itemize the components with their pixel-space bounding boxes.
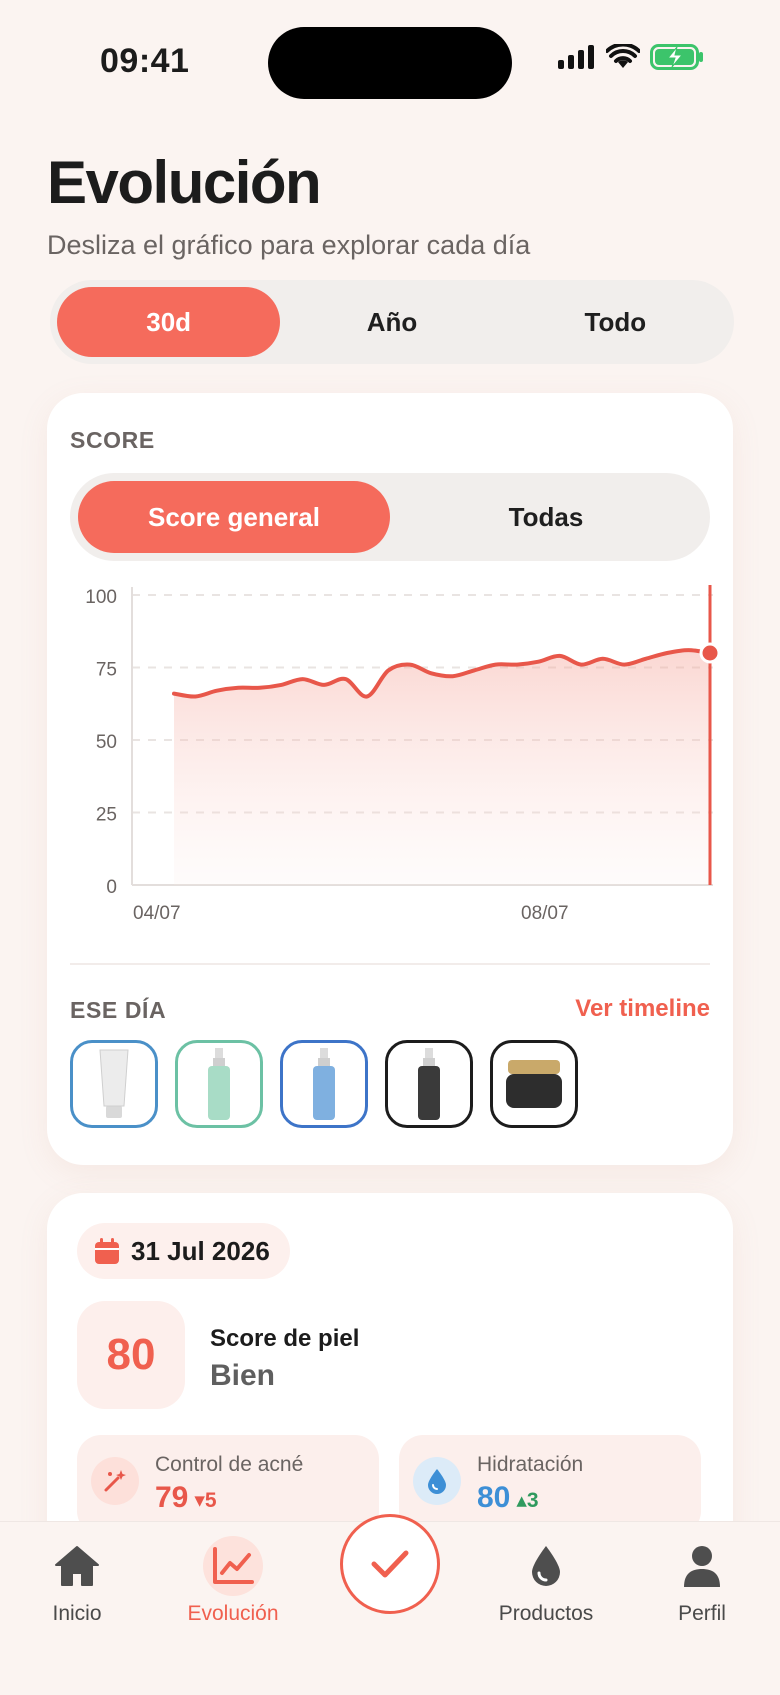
bottom-tab-bar: Inicio Evolución Productos Perfil	[0, 1514, 780, 1695]
tab-productos[interactable]: Productos	[481, 1536, 611, 1626]
divider	[70, 963, 710, 965]
date-pill[interactable]: 31 Jul 2026	[77, 1223, 290, 1279]
tab-perfil[interactable]: Perfil	[637, 1536, 767, 1626]
range-tab-year[interactable]: Año	[280, 287, 503, 357]
pump-bottle-icon	[208, 1048, 230, 1120]
calendar-icon	[95, 1238, 119, 1264]
pump-bottle-icon	[313, 1048, 335, 1120]
tab-evolucion-label: Evolución	[187, 1602, 279, 1625]
detail-date: 31 Jul 2026	[131, 1235, 270, 1266]
score-tab-all[interactable]: Todas	[390, 481, 702, 553]
tab-inicio-label: Inicio	[52, 1602, 102, 1625]
wifi-icon	[606, 44, 640, 68]
product-tube[interactable]	[70, 1040, 158, 1128]
signal-icon	[558, 45, 594, 69]
skin-score-title: Score de piel	[210, 1325, 360, 1352]
status-icons	[558, 44, 704, 70]
skin-score-value: 80	[77, 1301, 185, 1409]
water-drop-icon	[413, 1457, 461, 1505]
battery-charging-icon	[650, 44, 703, 70]
chart-x-tick-label: 08/07	[521, 903, 569, 924]
metric-hydration[interactable]: Hidratación 80 ▴3	[399, 1435, 701, 1535]
tube-icon	[99, 1049, 129, 1118]
home-icon	[47, 1536, 107, 1596]
drop-icon	[516, 1536, 576, 1596]
metric-acne-value-row: 79 ▾5	[155, 1481, 217, 1515]
metric-acne-delta: 5	[204, 1489, 217, 1512]
product-blue-bottle[interactable]	[280, 1040, 368, 1128]
chart-y-tick-label: 100	[85, 587, 117, 608]
metric-acne-name: Control de acné	[155, 1453, 304, 1476]
pump-bottle-icon	[418, 1048, 440, 1120]
status-bar: 09:41	[0, 0, 780, 120]
chart-y-tick-label: 25	[96, 805, 117, 826]
chart-selected-point[interactable]	[699, 642, 721, 664]
metric-hydration-value: 80	[477, 1481, 511, 1514]
score-chart[interactable]: 100 75 50 25 0 04/07 08/07	[47, 573, 733, 943]
score-section-label: SCORE	[70, 427, 155, 453]
page-title: Evolución	[47, 149, 322, 216]
checkmark-icon	[371, 1550, 409, 1578]
metric-hydration-value-row: 80 ▴3	[477, 1481, 539, 1515]
chart-y-tick-label: 0	[106, 877, 117, 898]
score-segmented-control: Score general Todas	[70, 473, 710, 561]
chart-icon	[203, 1536, 263, 1596]
tab-inicio[interactable]: Inicio	[12, 1536, 142, 1626]
user-icon	[672, 1536, 732, 1596]
dynamic-island	[268, 27, 512, 99]
score-chart-card: SCORE Score general Todas 100 75 50 25 0 04/…	[47, 393, 733, 1165]
arrow-down-icon: ▾	[194, 1489, 205, 1512]
product-black-bottle[interactable]	[385, 1040, 473, 1128]
chart-y-tick-label: 50	[96, 732, 117, 753]
metric-hydration-delta: 3	[526, 1489, 539, 1512]
product-green-bottle[interactable]	[175, 1040, 263, 1128]
skin-score-status: Bien	[210, 1359, 276, 1392]
view-timeline-link[interactable]: Ver timeline	[575, 995, 710, 1023]
chart-area-fill	[174, 650, 710, 885]
tab-perfil-label: Perfil	[678, 1602, 726, 1625]
day-section-label: ESE DÍA	[70, 997, 167, 1023]
check-in-button[interactable]	[340, 1514, 440, 1614]
tab-productos-label: Productos	[498, 1602, 594, 1625]
chart-y-tick-label: 75	[96, 660, 117, 681]
day-products	[70, 1040, 578, 1128]
sparkle-wand-icon	[91, 1457, 139, 1505]
arrow-up-icon: ▴	[516, 1489, 527, 1512]
range-segmented-control: 30d Año Todo	[50, 280, 734, 364]
status-time: 09:41	[100, 42, 190, 80]
metric-acne-control[interactable]: Control de acné 79 ▾5	[77, 1435, 379, 1535]
chart-x-tick-label: 04/07	[133, 903, 181, 924]
product-jar[interactable]	[490, 1040, 578, 1128]
metric-hydration-name: Hidratación	[477, 1453, 584, 1476]
tab-evolucion[interactable]: Evolución	[168, 1536, 298, 1626]
jar-icon	[506, 1060, 562, 1108]
range-tab-30d[interactable]: 30d	[57, 287, 281, 357]
score-tab-general[interactable]: Score general	[78, 481, 390, 553]
page-subtitle: Desliza el gráfico para explorar cada dí…	[47, 230, 531, 260]
range-tab-all[interactable]: Todo	[504, 287, 727, 357]
metric-acne-value: 79	[155, 1481, 189, 1514]
